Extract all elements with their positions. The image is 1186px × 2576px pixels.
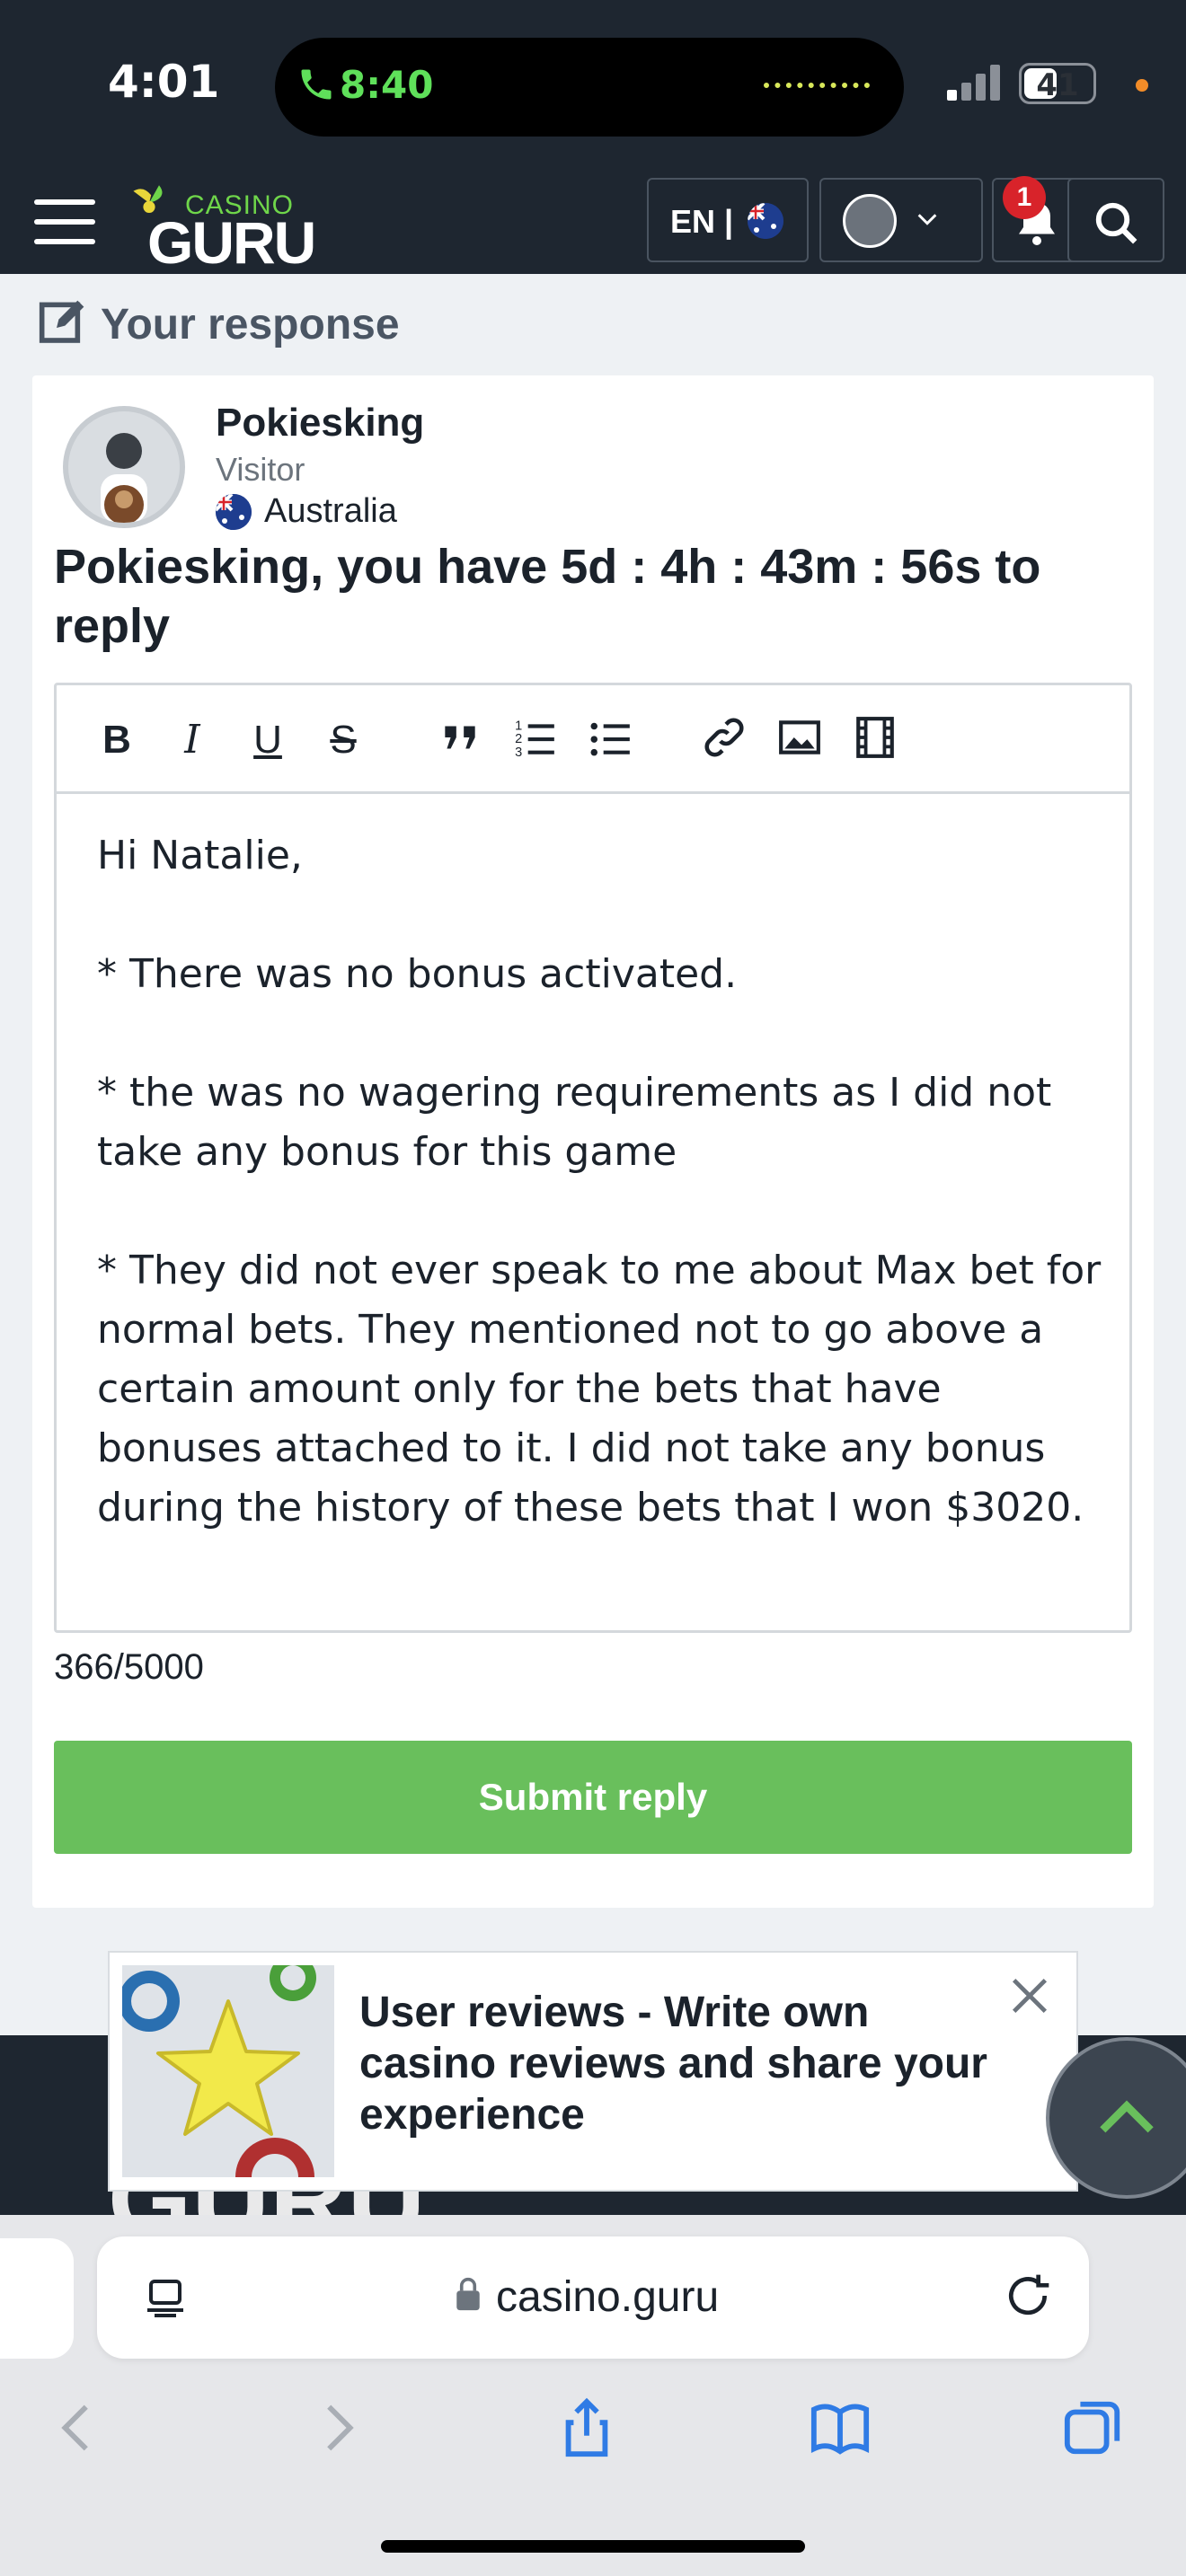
australia-flag-icon <box>216 494 252 530</box>
close-icon[interactable] <box>1006 1972 1053 2019</box>
notification-badge: 1 <box>1003 176 1046 219</box>
url-text[interactable]: casino.guru <box>496 2272 719 2322</box>
tabs-icon[interactable] <box>1062 2396 1125 2459</box>
user-menu-button[interactable] <box>819 178 983 262</box>
underline-button[interactable]: U <box>243 715 293 765</box>
promo-text[interactable]: User reviews - Write own casino reviews … <box>359 1987 1006 2140</box>
editor-toolbar: B I U S 123 <box>54 683 1132 794</box>
image-icon <box>779 720 820 754</box>
australia-flag-icon <box>748 203 783 239</box>
previous-tab[interactable] <box>0 2238 74 2359</box>
reader-icon[interactable] <box>144 2276 187 2319</box>
language-label: EN | <box>670 203 734 240</box>
link-icon <box>704 718 744 757</box>
bold-button[interactable]: B <box>92 715 142 765</box>
bullet-list-icon <box>590 722 630 756</box>
section-title: Your response <box>101 301 400 348</box>
ordered-list-icon: 123 <box>515 719 554 760</box>
quote-icon <box>445 726 475 749</box>
image-button[interactable] <box>774 715 825 765</box>
phone-icon <box>301 69 332 100</box>
chevron-down-icon <box>917 214 937 225</box>
privacy-indicator <box>1136 79 1148 92</box>
user-avatar <box>63 406 185 528</box>
reply-text[interactable]: Hi Natalie, * There was no bonus activat… <box>97 826 1103 1538</box>
link-button[interactable] <box>699 715 749 765</box>
battery-icon: 41 <box>1019 63 1096 104</box>
user-country: Australia <box>264 492 397 530</box>
language-selector[interactable]: EN | <box>647 178 809 262</box>
character-counter: 366/5000 <box>54 1647 204 1687</box>
call-duration: 8:40 <box>340 63 434 107</box>
back-icon[interactable] <box>47 2396 110 2459</box>
promo-star-image <box>122 1965 334 2177</box>
bookmarks-icon[interactable] <box>809 2396 872 2459</box>
edit-icon <box>39 300 84 343</box>
bullet-list-button[interactable] <box>586 715 636 765</box>
share-icon[interactable] <box>555 2396 618 2459</box>
casino-guru-logo[interactable]: CASINO GURU <box>129 183 316 276</box>
search-icon <box>1095 202 1137 244</box>
italic-button[interactable]: I <box>167 715 217 765</box>
avatar <box>843 194 897 248</box>
quote-button[interactable] <box>435 715 485 765</box>
status-time: 4:01 <box>108 56 220 108</box>
search-button[interactable] <box>1067 178 1164 262</box>
menu-icon[interactable] <box>34 199 95 244</box>
signal-icon <box>947 63 1001 101</box>
reload-icon[interactable] <box>1003 2271 1053 2321</box>
home-indicator[interactable] <box>381 2540 805 2553</box>
lock-icon <box>456 2277 480 2311</box>
submit-reply-button[interactable]: Submit reply <box>54 1741 1132 1854</box>
film-icon <box>856 717 894 758</box>
ordered-list-button[interactable]: 123 <box>510 715 561 765</box>
reply-countdown: Pokiesking, you have 5d : 4h : 43m : 56s… <box>54 540 1041 653</box>
video-button[interactable] <box>850 715 900 765</box>
svg-text:3: 3 <box>515 745 522 760</box>
chevron-up-icon <box>1100 2100 1154 2133</box>
user-role: Visitor <box>216 451 305 488</box>
user-name[interactable]: Pokiesking <box>216 401 424 446</box>
audio-wave-icon <box>764 83 870 88</box>
strikethrough-button[interactable]: S <box>318 715 368 765</box>
battery-level: 41 <box>1036 67 1079 103</box>
forward-icon[interactable] <box>305 2396 368 2459</box>
